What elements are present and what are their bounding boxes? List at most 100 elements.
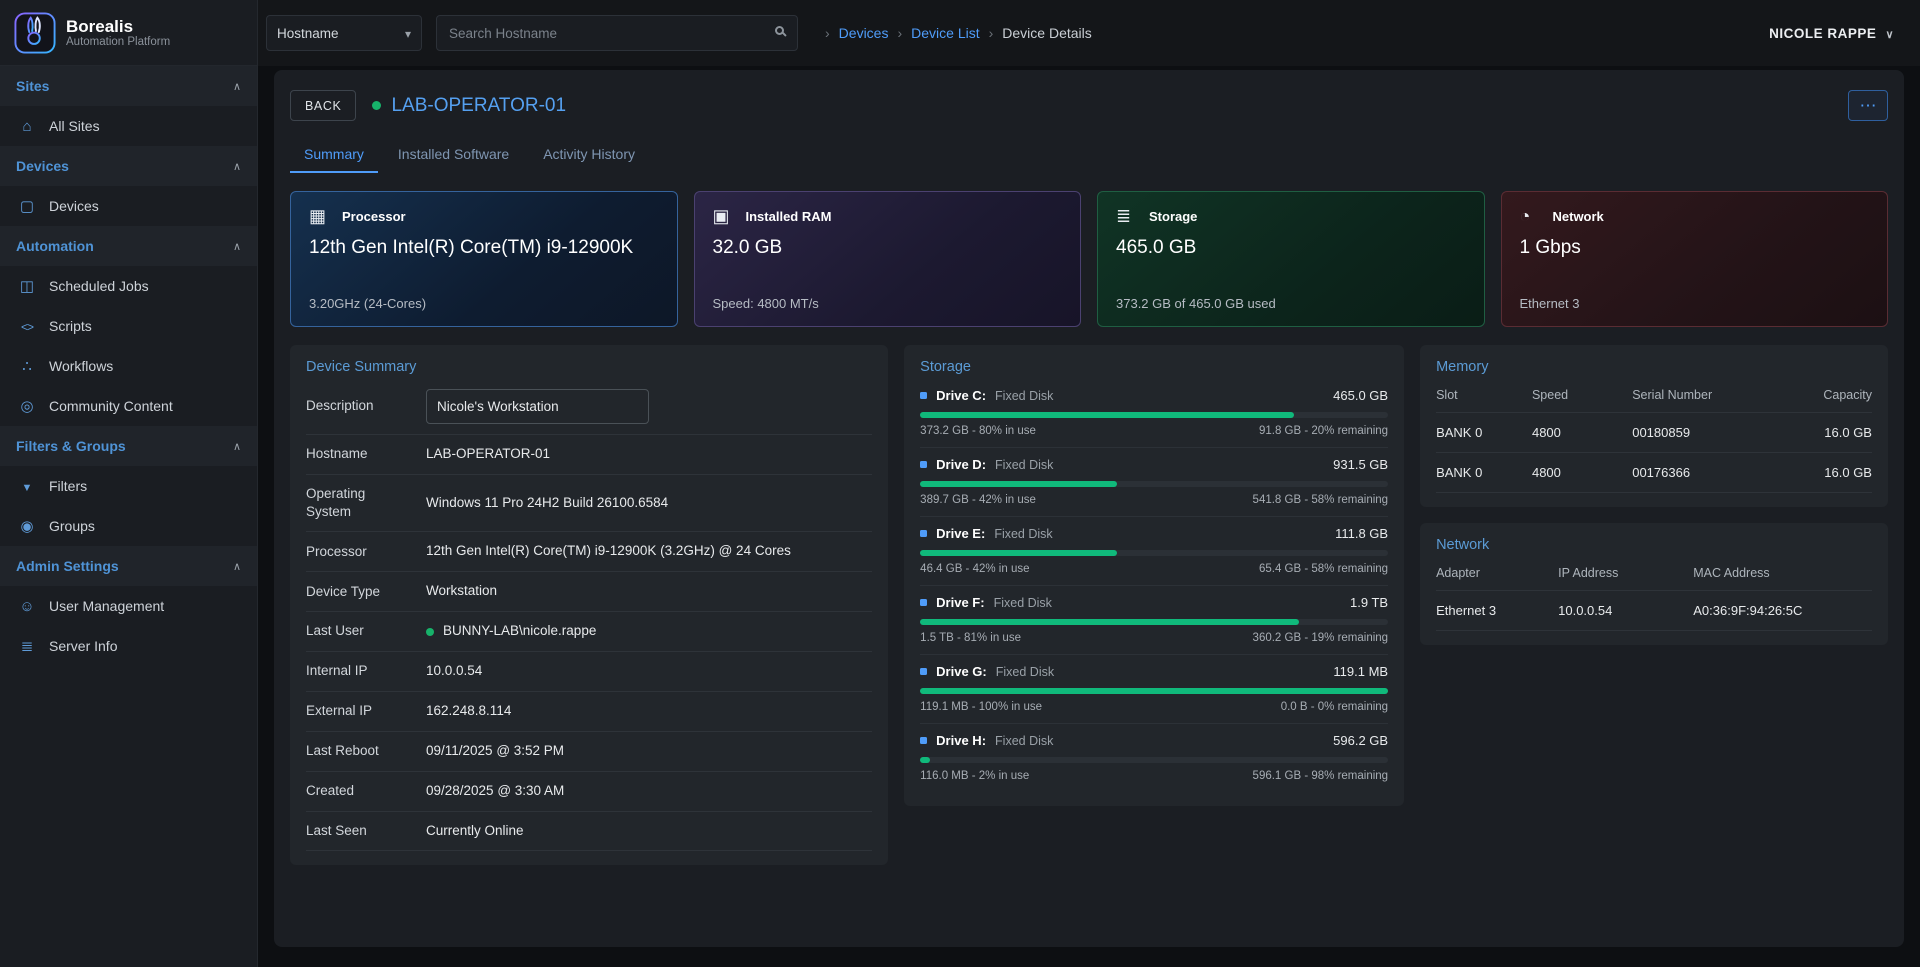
sidebar-item[interactable]: Devices bbox=[0, 186, 257, 226]
brand[interactable]: Borealis Automation Platform bbox=[0, 0, 257, 66]
tab[interactable]: Summary bbox=[290, 135, 378, 173]
summary-row: Internal IP 10.0.0.54 bbox=[306, 652, 872, 692]
sidebar-item[interactable]: Workflows bbox=[0, 346, 257, 386]
panel-header: BACK LAB-OPERATOR-01 ⋯ bbox=[290, 90, 1888, 121]
summary-row-label: Internal IP bbox=[306, 662, 426, 680]
sidebar-item[interactable]: Scripts bbox=[0, 306, 257, 346]
drive-usage-fill bbox=[920, 412, 1294, 418]
breadcrumb-item[interactable]: Device List bbox=[888, 25, 979, 41]
tab[interactable]: Activity History bbox=[529, 135, 649, 173]
search-input[interactable] bbox=[436, 15, 798, 51]
drive-usage-bar bbox=[920, 688, 1388, 694]
sidebar-item[interactable]: Server Info bbox=[0, 626, 257, 666]
summary-row: Created 09/28/2025 @ 3:30 AM bbox=[306, 772, 872, 812]
drive-name: Drive H: bbox=[936, 733, 986, 748]
summary-row: Processor 12th Gen Intel(R) Core(TM) i9-… bbox=[306, 532, 872, 572]
sidebar-section-items: Filters Groups bbox=[0, 466, 257, 546]
device-online-dot bbox=[372, 101, 381, 110]
scripts-icon bbox=[18, 319, 36, 334]
summary-row-label: Description bbox=[306, 397, 426, 415]
sidebar-section-label: Filters & Groups bbox=[16, 438, 126, 454]
drive-usage-labels: 46.4 GB - 42% in use 65.4 GB - 58% remai… bbox=[920, 563, 1388, 575]
caret-down-icon bbox=[405, 26, 411, 41]
memory-header-row: Slot Speed Serial Number Capacity bbox=[1436, 379, 1872, 413]
sidebar-section-header[interactable]: Sites bbox=[0, 66, 257, 106]
stat-card-value: 465.0 GB bbox=[1116, 237, 1466, 259]
sidebar-item[interactable]: Community Content bbox=[0, 386, 257, 426]
drive-row: Drive C: Fixed Disk 465.0 GB 373.2 GB - … bbox=[920, 379, 1388, 448]
summary-row: Description Nicole's Workstation bbox=[306, 379, 872, 435]
drive-remaining-label: 360.2 GB - 19% remaining bbox=[1253, 632, 1389, 644]
cpu-icon bbox=[309, 207, 331, 225]
memory-header-serial: Serial Number bbox=[1632, 379, 1776, 413]
sidebar-item[interactable]: Groups bbox=[0, 506, 257, 546]
drive-row: Drive F: Fixed Disk 1.9 TB 1.5 TB - 81% … bbox=[920, 586, 1388, 655]
drive-used-label: 119.1 MB - 100% in use bbox=[920, 701, 1042, 713]
summary-value-text: 10.0.0.54 bbox=[426, 662, 482, 681]
device-summary-rows: Description Nicole's Workstation bbox=[306, 379, 872, 851]
device-summary-card: Device Summary Description Nicole's Work… bbox=[290, 345, 888, 865]
jobs-icon bbox=[18, 279, 36, 294]
sidebar-section-header[interactable]: Admin Settings bbox=[0, 546, 257, 586]
breadcrumb-item[interactable]: Devices bbox=[816, 25, 888, 41]
disk-icon bbox=[920, 668, 927, 675]
sidebar-section-items: Devices bbox=[0, 186, 257, 226]
summary-row-value: 09/28/2025 @ 3:30 AM bbox=[426, 782, 872, 801]
summary-row-value: Nicole's Workstation bbox=[426, 389, 872, 424]
chevron-up-icon bbox=[233, 157, 241, 175]
sidebar-section-label: Devices bbox=[16, 158, 69, 174]
memory-capacity: 16.0 GB bbox=[1776, 453, 1872, 493]
drive-remaining-label: 0.0 B - 0% remaining bbox=[1281, 701, 1388, 713]
sidebar-item-label: Scripts bbox=[49, 318, 92, 334]
sidebar-item-label: Scheduled Jobs bbox=[49, 278, 149, 294]
workflows-icon bbox=[18, 359, 36, 374]
search-icon[interactable] bbox=[775, 26, 784, 35]
sidebar-item-label: Community Content bbox=[49, 398, 173, 414]
back-button[interactable]: BACK bbox=[290, 90, 356, 121]
stat-card-value: 32.0 GB bbox=[713, 237, 1063, 259]
sidebar-section-items: User Management Server Info bbox=[0, 586, 257, 666]
summary-row-label: Operating System bbox=[306, 485, 426, 521]
sidebar-section: Devices Devices bbox=[0, 146, 257, 226]
users-icon bbox=[18, 599, 36, 614]
user-online-dot bbox=[426, 628, 434, 636]
drive-name: Drive E: bbox=[936, 526, 985, 541]
sidebar-item[interactable]: Filters bbox=[0, 466, 257, 506]
sidebar-section-header[interactable]: Automation bbox=[0, 226, 257, 266]
description-input[interactable] bbox=[426, 389, 649, 424]
more-actions-button[interactable]: ⋯ bbox=[1848, 90, 1888, 121]
drive-type: Fixed Disk bbox=[995, 734, 1053, 748]
summary-row: Last Seen Currently Online bbox=[306, 812, 872, 852]
app-root: Borealis Automation Platform Sites bbox=[0, 0, 1920, 967]
sidebar-item[interactable]: All Sites bbox=[0, 106, 257, 146]
tab[interactable]: Installed Software bbox=[384, 135, 523, 173]
drive-usage-labels: 1.5 TB - 81% in use 360.2 GB - 19% remai… bbox=[920, 632, 1388, 644]
sidebar-item-label: Workflows bbox=[49, 358, 113, 374]
sidebar-item[interactable]: Scheduled Jobs bbox=[0, 266, 257, 306]
sidebar-item-label: Filters bbox=[49, 478, 87, 494]
summary-row: External IP 162.248.8.114 bbox=[306, 692, 872, 732]
network-icon bbox=[1520, 207, 1542, 225]
sidebar-section-items: All Sites bbox=[0, 106, 257, 146]
memory-title: Memory bbox=[1436, 359, 1872, 375]
drive-remaining-label: 541.8 GB - 58% remaining bbox=[1253, 494, 1389, 506]
drive-type: Fixed Disk bbox=[996, 665, 1054, 679]
stat-card: Network 1 Gbps Ethernet 3 bbox=[1501, 191, 1889, 327]
network-header-ip: IP Address bbox=[1558, 557, 1693, 591]
summary-row-value: 09/11/2025 @ 3:52 PM bbox=[426, 742, 872, 761]
drive-size: 931.5 GB bbox=[1333, 457, 1388, 472]
sidebar-item[interactable]: User Management bbox=[0, 586, 257, 626]
drive-type: Fixed Disk bbox=[994, 596, 1052, 610]
sidebar-section-header[interactable]: Filters & Groups bbox=[0, 426, 257, 466]
drive-remaining-label: 596.1 GB - 98% remaining bbox=[1253, 770, 1389, 782]
storage-title: Storage bbox=[920, 359, 1388, 375]
search-box bbox=[436, 15, 798, 51]
storage-icon bbox=[1116, 207, 1138, 225]
hostname-filter-dropdown[interactable]: Hostname bbox=[266, 15, 422, 51]
sidebar-section-header[interactable]: Devices bbox=[0, 146, 257, 186]
summary-row-value: Workstation bbox=[426, 582, 872, 601]
user-menu[interactable]: NICOLE RAPPE bbox=[1769, 26, 1894, 41]
drive-used-label: 1.5 TB - 81% in use bbox=[920, 632, 1021, 644]
summary-row-label: Last Reboot bbox=[306, 742, 426, 760]
stat-card-header: Storage bbox=[1116, 207, 1466, 225]
